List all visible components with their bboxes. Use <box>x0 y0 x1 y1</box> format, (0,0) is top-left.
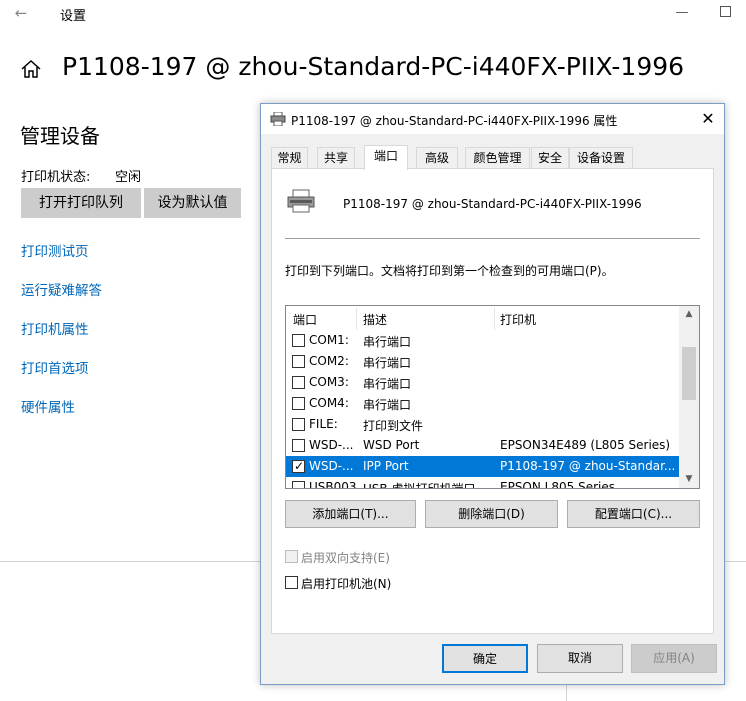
port-row[interactable]: ✓ WSD-... IPP Port P1108-197 @ zhou-Standar… <box>286 456 679 477</box>
link-hardware-properties[interactable]: 硬件属性 <box>21 396 75 416</box>
link-troubleshoot[interactable]: 运行疑难解答 <box>21 279 102 299</box>
port-name: COM4: <box>309 396 349 410</box>
printer-pooling-checkbox[interactable] <box>285 576 298 589</box>
port-description: 串行端口 <box>363 377 412 391</box>
port-checkbox[interactable] <box>292 439 305 452</box>
link-print-test-page[interactable]: 打印测试页 <box>21 240 89 260</box>
port-row[interactable]: FILE: 打印到文件 <box>286 414 679 435</box>
column-divider <box>494 308 495 330</box>
port-name: WSD-... <box>309 438 354 452</box>
port-row[interactable]: COM2: 串行端口 <box>286 351 679 372</box>
tab-advanced[interactable]: 高级 <box>416 147 458 169</box>
open-print-queue-button[interactable]: 打开打印队列 <box>21 188 141 218</box>
printer-properties-dialog: P1108-197 @ zhou-Standard-PC-i440FX-PIIX… <box>260 103 725 685</box>
port-description: 串行端口 <box>363 335 412 349</box>
port-checkbox[interactable] <box>292 397 305 410</box>
port-printer: EPSON34E489 (L805 Series) <box>500 438 671 452</box>
app-title: 设置 <box>60 9 87 24</box>
printer-pooling-label: 启用打印机池(N) <box>301 577 392 591</box>
tab-general[interactable]: 常规 <box>271 147 308 169</box>
printer-icon <box>270 112 286 126</box>
port-checkbox[interactable]: ✓ <box>292 459 305 473</box>
bidirectional-checkbox[interactable] <box>285 550 298 563</box>
minimize-icon[interactable]: — <box>674 3 690 23</box>
port-list[interactable]: 端口 描述 打印机 COM1: 串行端口 COM2: 串行端口 COM3: 串行端口 COM… <box>285 305 700 489</box>
port-row[interactable]: COM1: 串行端口 <box>286 330 679 351</box>
port-checkbox[interactable] <box>292 334 305 347</box>
port-list-scrollbar[interactable]: ▲ ▼ <box>679 306 699 488</box>
port-checkbox[interactable] <box>292 418 305 431</box>
divider <box>285 238 700 239</box>
tab-color-management[interactable]: 颜色管理 <box>465 147 530 169</box>
ok-button[interactable]: 确定 <box>442 644 528 673</box>
link-printing-preferences[interactable]: 打印首选项 <box>21 357 89 377</box>
checkmark-icon: ✓ <box>294 459 305 473</box>
port-name: FILE: <box>309 417 338 431</box>
port-checkbox[interactable] <box>292 355 305 368</box>
column-header-port[interactable]: 端口 <box>293 311 317 328</box>
port-row[interactable]: WSD-... WSD Port EPSON34E489 (L805 Series) <box>286 435 679 456</box>
back-arrow-icon[interactable]: ← <box>10 2 32 24</box>
link-printer-properties[interactable]: 打印机属性 <box>21 318 89 338</box>
set-default-button[interactable]: 设为默认值 <box>144 188 241 218</box>
port-description: USB 虚拟打印机端口 <box>363 482 476 489</box>
tab-ports[interactable]: 端口 <box>364 145 408 170</box>
tab-sharing[interactable]: 共享 <box>317 147 355 169</box>
section-title: 管理设备 <box>20 124 100 148</box>
printer-icon <box>287 189 315 213</box>
tab-device-settings[interactable]: 设备设置 <box>569 147 633 169</box>
port-printer: P1108-197 @ zhou-Standar... <box>500 459 676 473</box>
dialog-title: P1108-197 @ zhou-Standard-PC-i440FX-PIIX… <box>291 114 618 128</box>
tab-security[interactable]: 安全 <box>531 147 569 169</box>
column-header-description[interactable]: 描述 <box>363 311 387 328</box>
scroll-thumb[interactable] <box>682 347 696 400</box>
port-description: WSD Port <box>363 438 420 452</box>
printer-status-value: 空闲 <box>115 170 142 185</box>
home-icon <box>21 59 41 78</box>
port-printer: EPSON L805 Series <box>500 480 615 489</box>
scroll-up-icon[interactable]: ▲ <box>679 306 699 323</box>
port-checkbox[interactable] <box>292 481 305 488</box>
apply-button[interactable]: 应用(A) <box>631 644 717 673</box>
add-port-button[interactable]: 添加端口(T)... <box>285 500 416 528</box>
port-description: IPP Port <box>363 459 409 473</box>
port-name: COM1: <box>309 333 349 347</box>
port-name: COM2: <box>309 354 349 368</box>
port-description: 串行端口 <box>363 356 412 370</box>
cancel-button[interactable]: 取消 <box>537 644 623 673</box>
divider <box>566 684 567 701</box>
page-title: P1108-197 @ zhou-Standard-PC-i440FX-PIIX… <box>62 52 685 81</box>
bidirectional-label: 启用双向支持(E) <box>301 551 390 565</box>
port-name: COM3: <box>309 375 349 389</box>
port-description: 串行端口 <box>363 398 412 412</box>
ports-tab-panel: P1108-197 @ zhou-Standard-PC-i440FX-PIIX… <box>271 168 714 634</box>
port-checkbox[interactable] <box>292 376 305 389</box>
port-description: 打印到文件 <box>363 419 424 433</box>
column-header-printer[interactable]: 打印机 <box>500 311 536 328</box>
ports-instruction: 打印到下列端口。文档将打印到第一个检查到的可用端口(P)。 <box>285 264 614 278</box>
column-divider <box>356 308 357 330</box>
settings-titlebar: ← 设置 — <box>0 0 746 30</box>
port-row[interactable]: COM3: 串行端口 <box>286 372 679 393</box>
port-name: USB003 <box>309 480 357 489</box>
scroll-down-icon[interactable]: ▼ <box>679 471 699 488</box>
close-icon[interactable]: ✕ <box>696 107 720 131</box>
delete-port-button[interactable]: 删除端口(D) <box>425 500 558 528</box>
port-name: WSD-... <box>309 459 354 473</box>
port-row[interactable]: USB003 USB 虚拟打印机端口 EPSON L805 Series <box>286 477 679 489</box>
maximize-icon[interactable] <box>720 6 731 17</box>
dialog-titlebar: P1108-197 @ zhou-Standard-PC-i440FX-PIIX… <box>261 104 724 134</box>
printer-name: P1108-197 @ zhou-Standard-PC-i440FX-PIIX… <box>343 197 642 211</box>
printer-status-label: 打印机状态: <box>21 170 91 185</box>
port-row[interactable]: COM4: 串行端口 <box>286 393 679 414</box>
configure-port-button[interactable]: 配置端口(C)... <box>567 500 700 528</box>
